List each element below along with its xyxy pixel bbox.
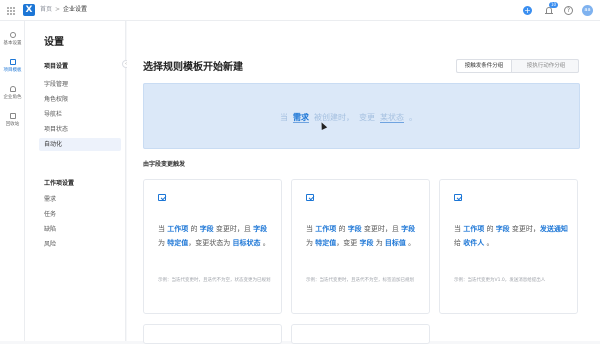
- top-bar: X 首页 > 企业设置 + 10 ? aa: [0, 0, 600, 21]
- settings-icon: [9, 32, 16, 38]
- breadcrumb-separator: >: [55, 6, 61, 13]
- card-text: 的: [188, 225, 200, 233]
- avatar[interactable]: aa: [582, 5, 593, 16]
- card-keyword: 工作项: [315, 225, 337, 233]
- template-icon: [9, 59, 16, 65]
- card-keyword: 目标状态: [232, 239, 261, 247]
- banner-text: 当: [280, 113, 288, 122]
- template-card[interactable]: 当 工作项 的 字段 变更时，且 字段 为 特定值，变更状态为 目标状态 。 示…: [143, 179, 282, 314]
- notification-badge: 10: [549, 2, 559, 8]
- main-title: 选择规则模板开始新建: [143, 62, 243, 73]
- banner-text: 被创建时，: [314, 113, 354, 122]
- group-title-workitem: 工作项设置: [44, 180, 75, 187]
- card-example: 示例：当迭代变更时，且迭代不为空，标签追加已规划: [306, 278, 414, 283]
- banner-token-status[interactable]: 某状态: [380, 113, 404, 123]
- card-text: 当: [454, 225, 464, 233]
- trash-icon: [9, 113, 16, 119]
- nav-label: 回收站: [5, 121, 20, 127]
- rule-preview-sentence: 当需求 被创建时， 变更 某状态。: [280, 112, 422, 123]
- card-keyword: 收件人: [463, 239, 485, 247]
- card-keyword: 特定值: [315, 239, 337, 247]
- nav-item-recycle-bin[interactable]: 回收站: [0, 113, 25, 133]
- card-text: 为: [306, 239, 316, 247]
- section-label: 由字段变更触发: [143, 161, 186, 168]
- card-text: 。: [484, 239, 494, 247]
- main-content: 选择规则模板开始新建 按触发条件分组 按执行动作分组 当需求 被创建时， 变更 某状态…: [127, 21, 600, 344]
- nav-item-project-templates[interactable]: 项目模板: [0, 59, 25, 79]
- sidebar-item-project-status[interactable]: 项目状态: [39, 123, 121, 136]
- group-toggle: 按触发条件分组 按执行动作分组: [456, 59, 579, 73]
- app-grid-icon[interactable]: [7, 7, 15, 15]
- tab-by-trigger[interactable]: 按触发条件分组: [457, 60, 512, 72]
- breadcrumb: 首页 > 企业设置: [40, 5, 87, 15]
- card-text: 为: [373, 239, 385, 247]
- card-text: 的: [484, 225, 496, 233]
- sidebar-item-bug[interactable]: 缺陷: [39, 223, 121, 236]
- card-text: 变更时，: [509, 225, 540, 233]
- card-keyword: 字段: [359, 239, 374, 247]
- nav-label: 基本设置: [3, 40, 22, 46]
- card-text: ，变更状态为: [188, 239, 233, 247]
- card-text: 当: [158, 225, 168, 233]
- template-card[interactable]: 当 工作项 的 字段 变更时，且 字段 为 特定值，变更 字段 为 目标值 。 …: [291, 179, 430, 314]
- card-text: 给: [454, 239, 464, 247]
- sidebar-item-field-management[interactable]: 字段管理: [39, 78, 121, 91]
- template-card[interactable]: [291, 324, 430, 344]
- card-description: 当 工作项 的 字段 变更时，且 字段 为 特定值，变更状态为 目标状态 。: [158, 222, 273, 250]
- card-description: 当 工作项 的 字段 变更时，发送通知 给 收件人 。: [454, 222, 569, 250]
- sidebar-item-navigation[interactable]: 导航栏: [39, 108, 121, 121]
- group-title-project: 项目设置: [44, 63, 69, 70]
- card-text: 。: [405, 239, 416, 247]
- card-keyword: 字段: [199, 225, 214, 233]
- card-text: 变更时，且: [213, 225, 254, 233]
- settings-sidebar: 设置 项目设置 字段管理 角色权限 导航栏 项目状态 自动化 工作项设置 需求 …: [25, 21, 126, 341]
- card-keyword: 目标值: [384, 239, 406, 247]
- tab-by-action[interactable]: 按执行动作分组: [513, 60, 579, 72]
- user-icon: [9, 86, 16, 92]
- card-keyword: 字段: [347, 225, 362, 233]
- card-example: 示例：当迭代变更时，且迭代不为空，状态变更为已规划: [158, 278, 271, 283]
- card-example: 示例：当迭代变更为V1.0，发送消息给提出人: [454, 278, 546, 283]
- card-text: 为: [158, 239, 168, 247]
- card-keyword: 工作项: [167, 225, 189, 233]
- template-card[interactable]: 当 工作项 的 字段 变更时，发送通知 给 收件人 。 示例：当迭代变更为V1.…: [439, 179, 578, 314]
- card-description: 当 工作项 的 字段 变更时，且 字段 为 特定值，变更 字段 为 目标值 。: [306, 222, 421, 250]
- help-icon[interactable]: ?: [564, 6, 573, 15]
- card-keyword: 特定值: [167, 239, 189, 247]
- breadcrumb-current: 企业设置: [63, 6, 88, 13]
- card-keyword: 工作项: [463, 225, 485, 233]
- sidebar-item-role-permissions[interactable]: 角色权限: [39, 93, 121, 106]
- nav-item-basic-settings[interactable]: 基本设置: [0, 32, 25, 52]
- card-keyword: 字段: [495, 225, 510, 233]
- template-icon: [306, 194, 314, 201]
- nav-label: 项目模板: [3, 67, 22, 73]
- add-button[interactable]: +: [523, 6, 532, 15]
- sidebar-item-requirement[interactable]: 需求: [39, 193, 121, 206]
- template-card[interactable]: [143, 324, 282, 344]
- card-text: 的: [336, 225, 348, 233]
- sidebar-item-risk[interactable]: 风险: [39, 238, 121, 251]
- nav-item-enterprise-roles[interactable]: 企业角色: [0, 86, 25, 106]
- rule-preview-banner: 当需求 被创建时， 变更 某状态。: [143, 83, 580, 149]
- sidebar-item-automation[interactable]: 自动化: [39, 138, 121, 151]
- breadcrumb-home[interactable]: 首页: [40, 6, 52, 13]
- card-keyword: 字段: [253, 225, 268, 233]
- left-nav: 基本设置 项目模板 企业角色 回收站: [0, 21, 25, 341]
- sidebar-item-task[interactable]: 任务: [39, 208, 121, 221]
- card-keyword: 字段: [401, 225, 416, 233]
- app-logo[interactable]: X: [23, 4, 35, 16]
- banner-text: 。: [409, 113, 417, 122]
- template-icon: [454, 194, 462, 201]
- card-keyword: 发送通知: [539, 225, 568, 233]
- card-text: 当: [306, 225, 316, 233]
- card-text: 。: [260, 239, 270, 247]
- banner-text: 变更: [359, 113, 375, 122]
- card-text: ，变更: [336, 239, 360, 247]
- page-title: 设置: [44, 37, 64, 48]
- card-text: 变更时，且: [361, 225, 402, 233]
- banner-token-requirement[interactable]: 需求: [293, 113, 309, 123]
- template-icon: [158, 194, 166, 201]
- nav-label: 企业角色: [3, 94, 22, 100]
